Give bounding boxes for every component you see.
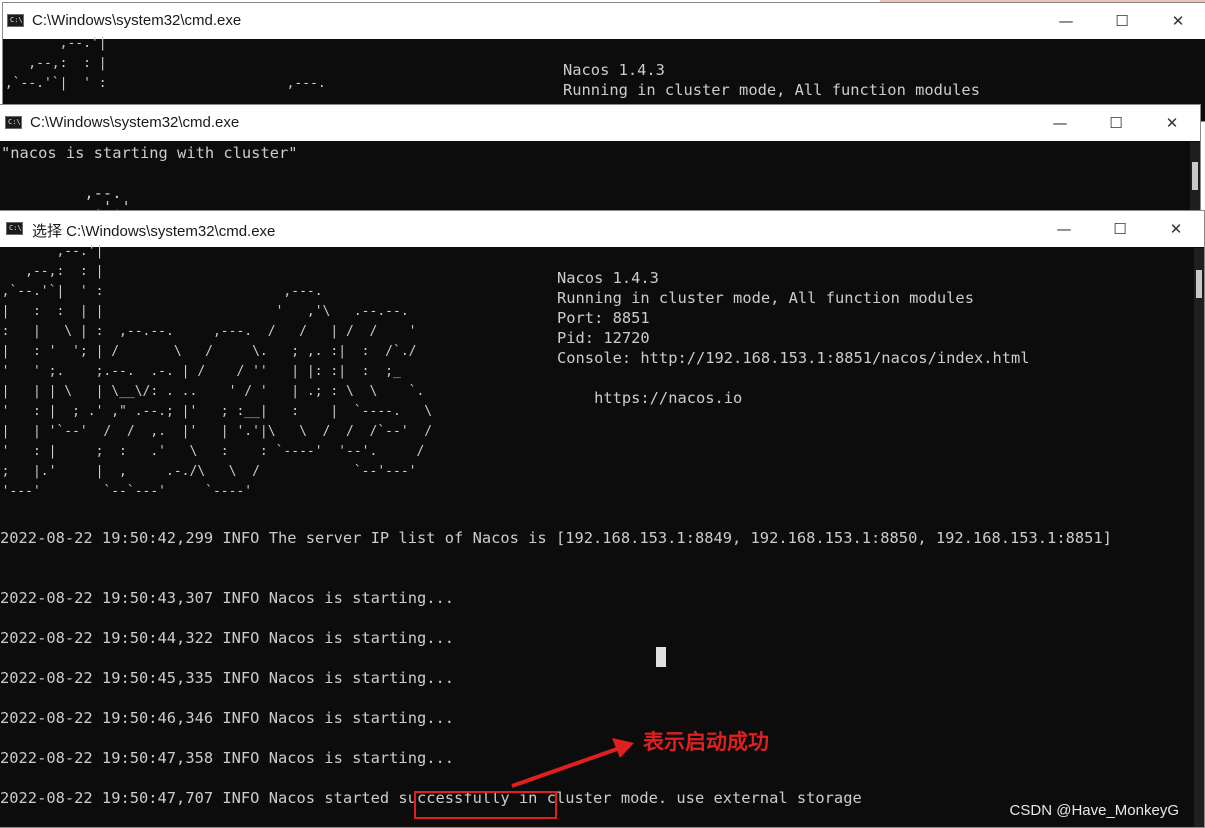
maximize-button[interactable]: ☐ — [1094, 3, 1150, 39]
title-bar[interactable]: C:\. C:\Windows\system32\cmd.exe — ☐ ✕ — [0, 105, 1200, 141]
maximize-button[interactable]: ☐ — [1092, 211, 1148, 247]
cmd-app-icon: C:\. — [5, 116, 25, 129]
console-line: "nacos is starting with cluster" — [1, 144, 298, 162]
nacos-ascii-logo: ,--.'| ,--,: : | ,`--.'`| ' : ,---. — [4, 36, 326, 91]
vertical-scrollbar[interactable] — [1194, 248, 1204, 827]
maximize-button[interactable]: ☐ — [1088, 105, 1144, 141]
info-line: Running in cluster mode, All function mo… — [563, 81, 980, 99]
window-title: C:\Windows\system32\cmd.exe — [32, 12, 242, 29]
scrollbar-thumb[interactable] — [1196, 270, 1202, 298]
minimize-button[interactable]: — — [1032, 105, 1088, 141]
cmd-app-icon: C:\. — [7, 14, 27, 27]
annotation-arrow — [511, 738, 634, 788]
close-button[interactable]: ✕ — [1150, 3, 1205, 39]
watermark: CSDN @Have_MonkeyG — [1009, 802, 1179, 819]
minimize-button[interactable]: — — [1038, 3, 1094, 39]
window-title: 选择 C:\Windows\system32\cmd.exe — [32, 223, 276, 240]
cmd-window-2[interactable]: C:\. C:\Windows\system32\cmd.exe — ☐ ✕ "… — [0, 104, 1201, 224]
cmd-app-icon: C:\. — [6, 222, 26, 235]
console-output[interactable]: ,--.'| ,--,: : | ,`--.'`| ' : ,---. | : … — [0, 244, 1194, 827]
close-button[interactable]: ✕ — [1144, 105, 1200, 141]
cmd-window-3[interactable]: C:\. 选择 C:\Windows\system32\cmd.exe — ☐ … — [0, 210, 1205, 828]
minimize-button[interactable]: — — [1036, 211, 1092, 247]
close-button[interactable]: ✕ — [1148, 211, 1204, 247]
scrollbar-thumb[interactable] — [1192, 162, 1198, 190]
info-line: Nacos 1.4.3 — [563, 61, 665, 79]
window-title: C:\Windows\system32\cmd.exe — [30, 114, 240, 131]
